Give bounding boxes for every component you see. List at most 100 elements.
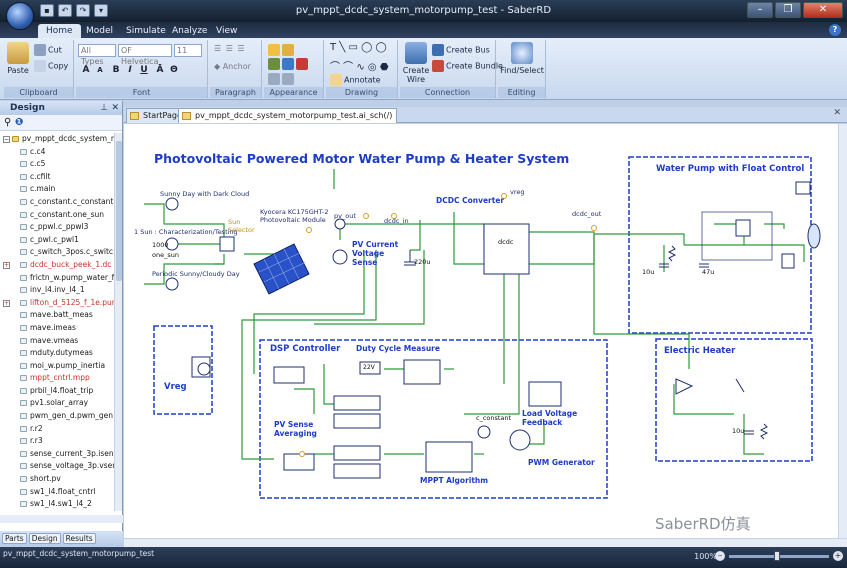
canvas-vertical-scrollbar[interactable] [838, 124, 847, 538]
tree-item[interactable]: c.main [0, 183, 114, 196]
create-wire-button[interactable]: Create Wire [402, 42, 430, 84]
tree-item[interactable]: sense_current_3p.isens [0, 448, 114, 461]
tab-model[interactable]: Model [78, 24, 121, 38]
expand-toggle-icon[interactable]: − [3, 136, 10, 143]
tree-item[interactable]: r.r2 [0, 423, 114, 436]
align-icons[interactable]: ☰ ☰ ☰ [214, 44, 246, 53]
style-icon-2 [282, 58, 294, 70]
tree-vertical-scrollbar[interactable] [114, 133, 122, 511]
tree-item[interactable]: frictn_w.pump_water_fri [0, 272, 114, 285]
drawing-shapes-row-1[interactable]: T ╲ ▭ ◯ ◯ [330, 42, 387, 53]
italic-button[interactable]: I [124, 64, 136, 76]
tree-item[interactable]: c_constant.one_sun [0, 209, 114, 222]
drawing-shapes-row-2[interactable]: ⌒ ⌒ ∿ ◎ ⬣ [330, 58, 389, 73]
cap-10u-pump-label: 10u [642, 268, 655, 276]
tree-item[interactable]: c_ppwl.c_ppwl3 [0, 221, 114, 234]
tree-item[interactable]: r.r3 [0, 435, 114, 448]
tab-results[interactable]: Results [62, 533, 96, 544]
tree-item[interactable]: mave.imeas [0, 322, 114, 335]
copy-button[interactable]: Copy [34, 60, 68, 72]
tab-schematic[interactable]: pv_mppt_dcdc_system_motorpump_test.ai_sc… [178, 108, 398, 123]
appearance-group: Appearance [264, 40, 324, 98]
tree-root-item[interactable]: − pv_mppt_dcdc_system_motor [0, 133, 114, 146]
zoom-out-button[interactable]: – [715, 551, 725, 561]
application-menu-button[interactable] [6, 2, 34, 30]
help-icon[interactable]: ? [829, 24, 841, 36]
font-color-icon[interactable]: Ā [154, 64, 166, 76]
zoom-slider[interactable] [729, 551, 829, 561]
bold-button[interactable]: B [110, 64, 122, 76]
tab-design[interactable]: Design [28, 533, 61, 544]
annotate-button[interactable]: Annotate [330, 74, 381, 86]
tree-item[interactable]: moi_w.pump_inertia [0, 360, 114, 373]
find-select-button[interactable]: Find/Select [500, 42, 544, 75]
tree-item[interactable]: mave.batt_meas [0, 309, 114, 322]
schematic-canvas[interactable]: Photovoltaic Powered Motor Water Pump & … [124, 124, 838, 538]
zoom-slider-knob[interactable] [774, 551, 780, 561]
appearance-row-3[interactable] [268, 73, 296, 85]
component-icon [20, 249, 27, 256]
tree-item-label: mduty.dutymeas [30, 348, 93, 358]
info-icon[interactable]: ❶ [15, 117, 23, 128]
paste-button[interactable]: Paste [6, 42, 30, 75]
grow-font-button[interactable]: A [80, 64, 92, 76]
tree-item[interactable]: pwm_gen_d.pwm_gen [0, 410, 114, 423]
panel-close-icon[interactable]: ✕ [111, 101, 119, 115]
tree-item[interactable]: + lifton_d_5125_f_1e.pur [0, 297, 114, 310]
create-bundle-button[interactable]: Create Bundle [432, 60, 503, 72]
minimize-button[interactable]: – [747, 2, 773, 18]
type-filter-select[interactable]: All Types [78, 44, 116, 66]
close-button[interactable]: ✕ [803, 2, 843, 18]
tree-item[interactable]: c.c4 [0, 146, 114, 159]
tree-item[interactable]: + dcdc_buck_peek_1.dc [0, 259, 114, 272]
highlight-icon[interactable]: Θ [168, 64, 180, 76]
tree-item[interactable]: c.c5 [0, 158, 114, 171]
appearance-row-2[interactable] [268, 58, 310, 70]
create-wire-icon [405, 42, 427, 64]
tab-parts[interactable]: Parts [2, 533, 27, 544]
tree-horizontal-scrollbar[interactable] [0, 515, 123, 523]
tree-item[interactable]: sense_voltage_3p.vsen [0, 460, 114, 473]
underline-button[interactable]: U [138, 64, 150, 76]
pwm-generator-icon [509, 429, 531, 451]
component-icon [20, 173, 27, 180]
component-icon [20, 224, 27, 231]
tree-item[interactable]: sw1_l4.sw1_l4_2 [0, 498, 114, 511]
tree-item[interactable]: pv1.solar_array [0, 397, 114, 410]
cut-button[interactable]: Cut [34, 44, 62, 56]
design-panel: Design ⊥ ✕ ⚲ ❶ − pv_mppt_dcdc_system_moto… [0, 101, 123, 546]
shrink-font-button[interactable]: A [94, 64, 106, 76]
tree-item[interactable]: inv_l4.inv_l4_1 [0, 284, 114, 297]
binoculars-icon[interactable]: ⚲ [4, 117, 11, 128]
pin-icon[interactable]: ⊥ [100, 101, 108, 115]
tree-item[interactable]: var2v.var2v1 [0, 511, 114, 513]
tree-item[interactable]: c_pwl.c_pwl1 [0, 234, 114, 247]
drawing-group-label: Drawing [326, 87, 397, 98]
tab-view[interactable]: View [208, 24, 245, 38]
anchor-button[interactable]: ◆ Anchor [214, 62, 251, 71]
editing-group: Find/Select Editing [498, 40, 546, 98]
tree-item[interactable]: mave.vmeas [0, 335, 114, 348]
tree-item[interactable]: c.cfilt [0, 171, 114, 184]
tree-item[interactable]: mppt_cntrl.mpp [0, 372, 114, 385]
font-size-select[interactable]: 11 [174, 44, 202, 57]
expand-toggle-icon[interactable]: + [3, 299, 10, 307]
expand-toggle-icon[interactable]: + [3, 261, 10, 269]
tree-item[interactable]: c_constant.c_constant [0, 196, 114, 209]
tree-item[interactable]: prbil_l4.float_trip [0, 385, 114, 398]
zoom-in-button[interactable]: + [833, 551, 843, 561]
appearance-row-1[interactable] [268, 44, 296, 56]
tree-item[interactable]: c_switch_3pos.c_switc [0, 246, 114, 259]
tab-home[interactable]: Home [38, 24, 81, 38]
create-bus-button[interactable]: Create Bus [432, 44, 490, 56]
restore-button[interactable]: ❐ [775, 2, 801, 18]
font-name-select[interactable]: OF Helvetica [118, 44, 172, 66]
tree-item[interactable]: short.pv [0, 473, 114, 486]
font-group-label: Font [76, 87, 207, 98]
tree-item[interactable]: mduty.dutymeas [0, 347, 114, 360]
kyocera-label: Kyocera KC175GHT-2 Photovoltaic Module [260, 208, 329, 224]
canvas-horizontal-scrollbar[interactable] [124, 538, 847, 547]
status-bar: pv_mppt_dcdc_system_motorpump_test 100% … [0, 547, 847, 568]
document-close-icon[interactable]: ✕ [833, 108, 841, 118]
tree-item[interactable]: sw1_l4.float_cntrl [0, 486, 114, 499]
